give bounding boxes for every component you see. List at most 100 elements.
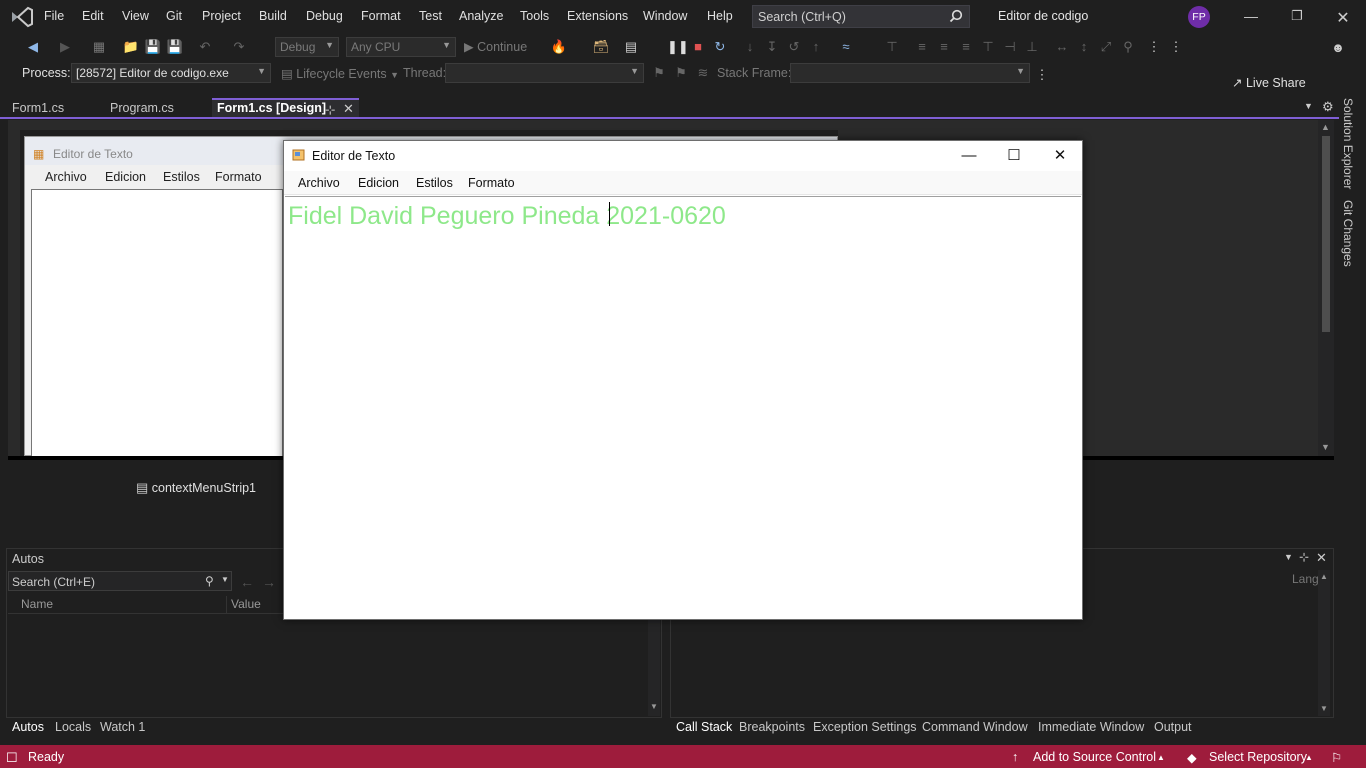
- panel-menu-icon[interactable]: ▼: [1284, 552, 1293, 562]
- step-over-icon[interactable]: ↧: [763, 38, 781, 56]
- process-dropdown[interactable]: [28572] Editor de codigo.exe ▼: [71, 63, 271, 83]
- autos-search-input[interactable]: Search (Ctrl+E) ⚲ ▼: [8, 571, 232, 591]
- step-into-icon[interactable]: ↓: [741, 38, 759, 56]
- maximize-icon[interactable]: ☐: [999, 145, 1029, 167]
- right-panel-scrollbar[interactable]: ▲ ▼: [1318, 570, 1330, 716]
- browse-icon[interactable]: 🗃: [592, 38, 610, 56]
- menu-archivo[interactable]: Archivo: [298, 176, 340, 190]
- menu-help[interactable]: Help: [707, 9, 733, 23]
- size-width-icon[interactable]: ↔: [1053, 38, 1071, 56]
- flag-icon[interactable]: ⚑: [650, 64, 668, 82]
- menu-debug[interactable]: Debug: [306, 9, 343, 23]
- configuration-dropdown[interactable]: Debug ▼: [275, 37, 339, 57]
- search-icon[interactable]: ⚲: [205, 574, 214, 588]
- tab-form1-cs[interactable]: Form1.cs: [2, 98, 100, 118]
- overflow-icon[interactable]: ⋮: [1145, 38, 1163, 56]
- overflow-icon[interactable]: ⋮: [1167, 38, 1185, 56]
- tab-locals[interactable]: Locals: [55, 720, 91, 734]
- new-project-icon[interactable]: ▦: [90, 38, 108, 56]
- pause-icon[interactable]: ❚❚: [667, 38, 689, 56]
- git-changes-tab[interactable]: Git Changes: [1341, 200, 1355, 267]
- align-grid-icon[interactable]: ⊤: [883, 38, 901, 56]
- save-icon[interactable]: 💾: [144, 38, 162, 56]
- restart-icon[interactable]: ↻: [711, 38, 729, 56]
- scroll-thumb[interactable]: [1322, 136, 1330, 332]
- menu-test[interactable]: Test: [419, 9, 442, 23]
- rich-text-editor[interactable]: Fidel David Peguero Pineda 2021-0620: [285, 196, 1081, 619]
- tab-autos[interactable]: Autos: [12, 720, 44, 734]
- minimize-icon[interactable]: —: [1243, 8, 1259, 24]
- tab-list-icon[interactable]: ▼: [1304, 101, 1313, 111]
- designer-menu-estilos[interactable]: Estilos: [163, 170, 200, 184]
- column-name[interactable]: Name: [21, 597, 53, 611]
- column-value[interactable]: Value: [231, 597, 261, 611]
- feedback-icon[interactable]: ☻: [1329, 39, 1347, 57]
- menu-project[interactable]: Project: [202, 9, 241, 23]
- diagnostics-icon[interactable]: ≈: [837, 38, 855, 56]
- context-menu-strip-component[interactable]: ▤ contextMenuStrip1: [136, 480, 256, 496]
- layout-icon[interactable]: ▤: [622, 38, 640, 56]
- menu-window[interactable]: Window: [643, 9, 687, 23]
- close-tab-icon[interactable]: ✕: [343, 101, 354, 117]
- tab-immediate-window[interactable]: Immediate Window: [1038, 720, 1144, 734]
- menu-edicion[interactable]: Edicion: [358, 176, 399, 190]
- lifecycle-events-button[interactable]: ▤ Lifecycle Events ▼: [281, 66, 399, 81]
- tab-call-stack[interactable]: Call Stack: [676, 720, 732, 734]
- designer-menu-formato[interactable]: Formato: [215, 170, 262, 184]
- size-both-icon[interactable]: ⤢: [1097, 38, 1115, 56]
- align-top-icon[interactable]: ⊤: [979, 38, 997, 56]
- close-icon[interactable]: ✕: [1335, 8, 1351, 27]
- thread-dropdown[interactable]: ▼: [445, 63, 644, 83]
- tab-watch-1[interactable]: Watch 1: [100, 720, 145, 734]
- size-height-icon[interactable]: ↕: [1075, 38, 1093, 56]
- menu-file[interactable]: File: [44, 9, 64, 23]
- pin-icon[interactable]: ⊹: [325, 102, 335, 117]
- add-to-source-control[interactable]: Add to Source Control: [1033, 750, 1156, 764]
- align-right-icon[interactable]: ≡: [957, 38, 975, 56]
- scroll-down-icon[interactable]: ▼: [1320, 704, 1328, 713]
- tab-form1-design[interactable]: Form1.cs [Design] ⊹ ✕: [212, 98, 359, 118]
- forward-icon[interactable]: ▶: [56, 38, 74, 56]
- align-center-icon[interactable]: ≡: [935, 38, 953, 56]
- tab-output[interactable]: Output: [1154, 720, 1192, 734]
- menu-edit[interactable]: Edit: [82, 9, 104, 23]
- show-threads-icon[interactable]: ≋: [694, 64, 712, 82]
- hot-reload-icon[interactable]: 🔥: [550, 38, 568, 56]
- pin-icon[interactable]: ⊹: [1299, 550, 1309, 564]
- select-repository[interactable]: Select Repository: [1209, 750, 1307, 764]
- save-all-icon[interactable]: 💾: [166, 38, 184, 56]
- scroll-down-icon[interactable]: ▼: [1321, 442, 1330, 452]
- menu-extensions[interactable]: Extensions: [567, 9, 628, 23]
- tab-breakpoints[interactable]: Breakpoints: [739, 720, 805, 734]
- stop-icon[interactable]: ■: [689, 38, 707, 56]
- global-search-box[interactable]: Search (Ctrl+Q): [752, 5, 970, 28]
- designer-menu-edicion[interactable]: Edicion: [105, 170, 146, 184]
- solution-explorer-tab[interactable]: Solution Explorer: [1341, 98, 1355, 189]
- designer-menu-strip[interactable]: Archivo Edicion Estilos Formato: [31, 166, 283, 188]
- scroll-down-icon[interactable]: ▼: [650, 702, 658, 711]
- gear-icon[interactable]: ⚙: [1322, 99, 1334, 115]
- close-panel-icon[interactable]: ✕: [1316, 550, 1327, 566]
- designer-rich-text-box[interactable]: [31, 189, 283, 457]
- align-bottom-icon[interactable]: ⊥: [1023, 38, 1041, 56]
- menu-build[interactable]: Build: [259, 9, 287, 23]
- align-left-icon[interactable]: ≡: [913, 38, 931, 56]
- designer-menu-archivo[interactable]: Archivo: [45, 170, 87, 184]
- undo-icon[interactable]: ↶: [196, 38, 214, 56]
- chevron-down-icon[interactable]: ▼: [221, 575, 229, 584]
- autos-scrollbar[interactable]: ▼: [648, 618, 660, 716]
- step-out-icon[interactable]: ↑: [807, 38, 825, 56]
- redo-icon[interactable]: ↷: [230, 38, 248, 56]
- menu-estilos[interactable]: Estilos: [416, 176, 453, 190]
- running-app-window[interactable]: Editor de Texto — ☐ ✕ Archivo Edicion Es…: [283, 140, 1083, 620]
- continue-button[interactable]: ▶ Continue: [464, 39, 527, 54]
- step-back-icon[interactable]: ↺: [785, 38, 803, 56]
- menu-formato[interactable]: Formato: [468, 176, 515, 190]
- menu-analyze[interactable]: Analyze: [459, 9, 503, 23]
- flag-all-icon[interactable]: ⚑: [672, 64, 690, 82]
- run-window-titlebar[interactable]: Editor de Texto — ☐ ✕: [284, 141, 1082, 171]
- back-icon[interactable]: ◀: [24, 38, 42, 56]
- search-back-icon[interactable]: ←: [240, 574, 254, 590]
- editor-text[interactable]: Fidel David Peguero Pineda 2021-0620: [288, 202, 726, 231]
- notifications-icon[interactable]: ⚐: [1331, 750, 1342, 765]
